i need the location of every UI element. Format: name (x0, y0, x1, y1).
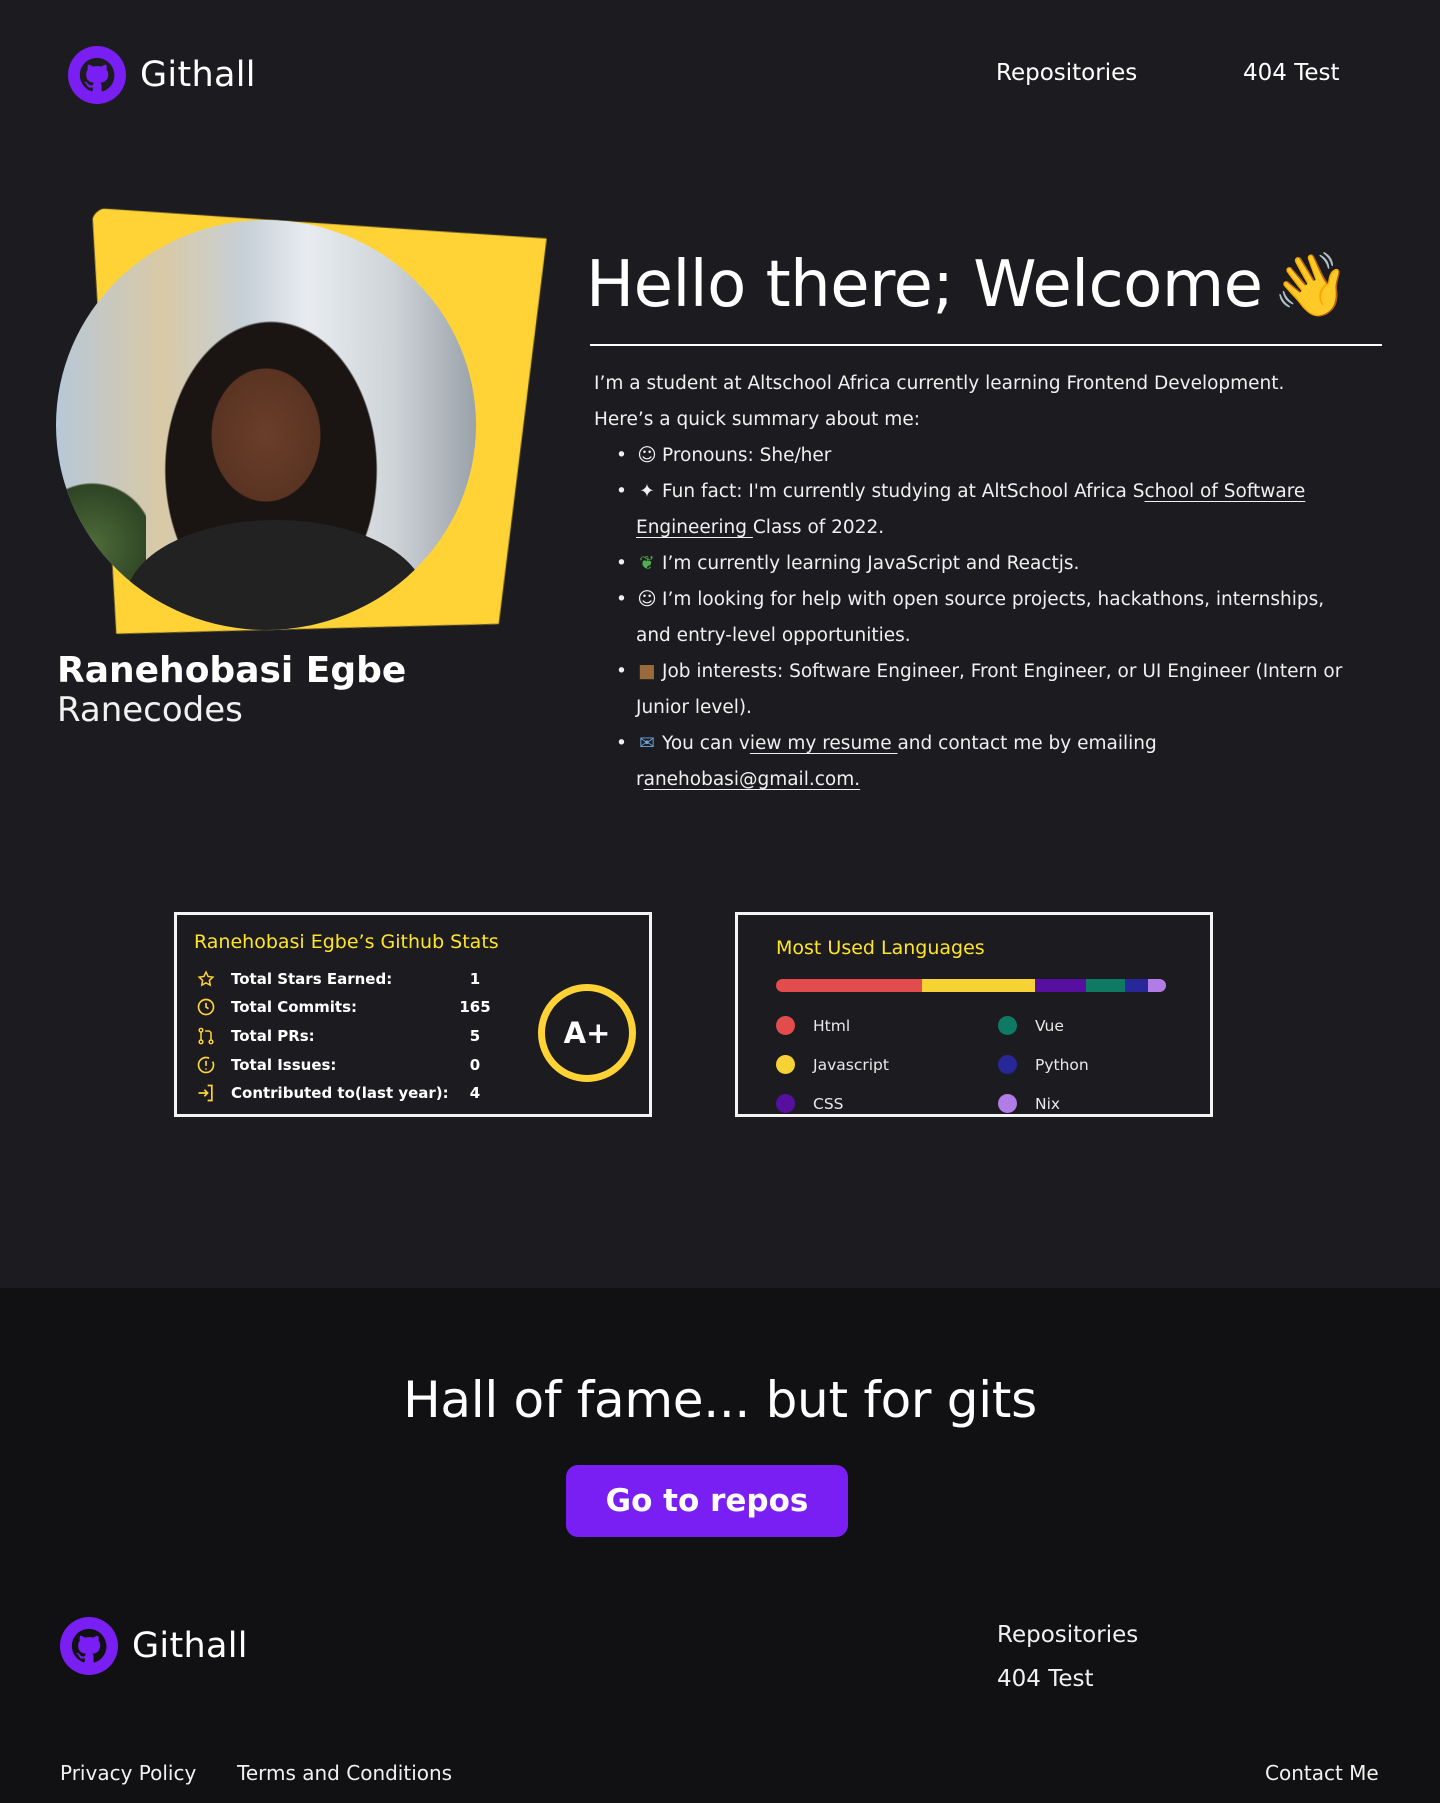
star-icon (195, 968, 217, 990)
language-item: Vue (998, 1016, 1064, 1035)
language-bar-segment (1035, 979, 1087, 992)
list-item: ■Job interests: Software Engineer, Front… (606, 654, 1354, 726)
footer-section: Hall of fame... but for gits Go to repos… (0, 1288, 1440, 1803)
seedling-icon: ❦ (639, 553, 655, 574)
languages-title: Most Used Languages (776, 937, 985, 959)
stat-row: Contributed to(last year): 4 (195, 1081, 495, 1105)
stat-row: Total PRs: 5 (195, 1024, 495, 1048)
contact-me-link[interactable]: Contact Me (1265, 1761, 1379, 1785)
stat-row: Total Stars Earned: 1 (195, 967, 495, 991)
lightbulb-icon: ✦ (639, 481, 655, 502)
intro-line-1: I’m a student at Altschool Africa curren… (594, 373, 1285, 394)
smile-icon: ☺ (637, 445, 657, 466)
nix-color-dot (998, 1094, 1017, 1113)
html-color-dot (776, 1016, 795, 1035)
list-item: ☺I’m looking for help with open source p… (606, 582, 1354, 654)
stats-title: Ranehobasi Egbe’s Github Stats (194, 931, 499, 953)
brand-name: Githall (140, 55, 256, 95)
language-item: Nix (998, 1094, 1060, 1113)
css-color-dot (776, 1094, 795, 1113)
intro-section: I’m a student at Altschool Africa curren… (594, 366, 1354, 798)
heading-divider (590, 344, 1382, 346)
summary-list: ☺Pronouns: She/her ✦Fun fact: I'm curren… (606, 438, 1354, 798)
email-link[interactable]: anehobasi@gmail.com. (644, 769, 861, 790)
mailbox-icon: ✉ (639, 733, 655, 754)
list-item: ☺Pronouns: She/her (606, 438, 1354, 474)
stat-row: Total Commits: 165 (195, 995, 495, 1019)
welcome-heading-text: Hello there; Welcome (586, 248, 1263, 322)
languages-card: Most Used Languages Html Javascript CSS … (735, 912, 1213, 1117)
intro-line-2: Here’s a quick summary about me: (594, 409, 920, 430)
list-item: ✦Fun fact: I'm currently studying at Alt… (606, 474, 1354, 546)
nav-repositories[interactable]: Repositories (996, 60, 1137, 86)
stat-row: Total Issues: 0 (195, 1053, 495, 1077)
language-item: CSS (776, 1094, 844, 1113)
nav-404-test[interactable]: 404 Test (1243, 60, 1340, 86)
language-bar-segment (922, 979, 1036, 992)
site-header: Githall Repositories 404 Test (0, 0, 1440, 150)
github-logo-icon (68, 46, 126, 104)
hall-of-fame-heading: Hall of fame... but for gits (403, 1371, 1037, 1429)
github-stats-card: Ranehobasi Egbe’s Github Stats Total Sta… (174, 912, 652, 1117)
footer-404-test-link[interactable]: 404 Test (997, 1666, 1094, 1692)
profile-name: Ranehobasi Egbe (57, 650, 407, 691)
footer-brand[interactable]: Githall (60, 1617, 248, 1675)
resume-link[interactable]: iew my resume (750, 733, 898, 754)
python-color-dot (998, 1055, 1017, 1074)
issue-icon (195, 1054, 217, 1076)
terms-link[interactable]: Terms and Conditions (237, 1761, 452, 1785)
footer-repositories-link[interactable]: Repositories (997, 1622, 1138, 1648)
header-brand[interactable]: Githall (68, 46, 256, 104)
github-logo-icon (60, 1617, 118, 1675)
languages-bar (776, 979, 1166, 992)
pull-request-icon (195, 1025, 217, 1047)
brand-name: Githall (132, 1626, 248, 1666)
language-item: Javascript (776, 1055, 889, 1074)
language-item: Html (776, 1016, 850, 1035)
vue-color-dot (998, 1016, 1017, 1035)
list-item: ❦I’m currently learning JavaScript and R… (606, 546, 1354, 582)
welcome-heading: Hello there; Welcome 👋 (586, 248, 1350, 322)
smile-icon: ☺ (637, 589, 657, 610)
grade-badge: A+ (538, 984, 636, 1082)
language-bar-segment (1148, 979, 1166, 992)
waving-hand-icon: 👋 (1272, 248, 1350, 321)
language-bar-segment (776, 979, 923, 992)
javascript-color-dot (776, 1055, 795, 1074)
go-to-repos-button[interactable]: Go to repos (566, 1465, 848, 1537)
contribute-icon (195, 1082, 217, 1104)
privacy-policy-link[interactable]: Privacy Policy (60, 1761, 196, 1785)
list-item: ✉You can view my resume and contact me b… (606, 726, 1354, 798)
profile-photo (56, 220, 476, 630)
briefcase-icon: ■ (638, 661, 656, 682)
language-item: Python (998, 1055, 1089, 1074)
language-bar-segment (1086, 979, 1126, 992)
profile-handle: Ranecodes (57, 690, 243, 730)
language-bar-segment (1125, 979, 1149, 992)
clock-icon (195, 996, 217, 1018)
